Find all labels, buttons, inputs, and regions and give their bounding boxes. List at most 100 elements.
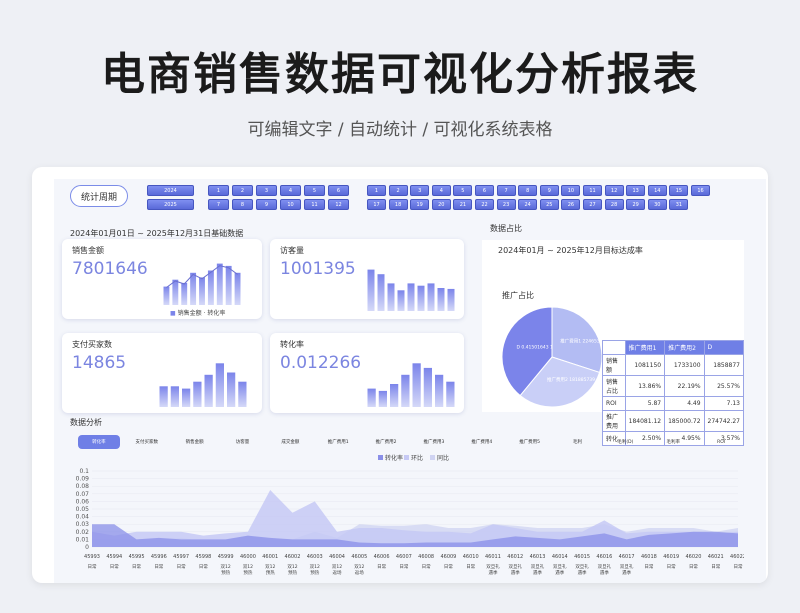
period-button[interactable]: 统计周期 (70, 185, 128, 207)
day-chip-12[interactable]: 12 (604, 185, 624, 196)
day-chip-7[interactable]: 7 (496, 185, 516, 196)
x-sub-label: 双旦礼 (531, 563, 545, 570)
x-sub-label: 预热 (310, 569, 319, 576)
day-chip-11[interactable]: 11 (583, 185, 602, 196)
day-chip-26[interactable]: 26 (561, 199, 581, 210)
tab-9[interactable]: 推广费用5 (509, 435, 551, 449)
day-chip-31[interactable]: 31 (669, 199, 689, 210)
day-chip-14[interactable]: 14 (647, 185, 667, 196)
tab-1[interactable]: 支付买家数 (126, 435, 168, 449)
year-chip-2025[interactable]: 2025 (147, 199, 194, 210)
tab-6[interactable]: 推广费用2 (365, 435, 407, 449)
tab-5[interactable]: 推广费用1 (317, 435, 359, 449)
legend-swatch (430, 455, 435, 460)
day-chip-9[interactable]: 9 (539, 185, 559, 196)
day-chip-18[interactable]: 18 (388, 199, 408, 210)
table-cell: 184081.12 (624, 410, 666, 432)
day-chip-23[interactable]: 23 (496, 199, 516, 210)
day-chip-2[interactable]: 2 (388, 185, 408, 196)
day-chip-13[interactable]: 13 (626, 185, 646, 196)
tab-13[interactable]: ROI (700, 435, 742, 449)
kpi-label: 访客量 (280, 246, 304, 255)
day-chip-17[interactable]: 17 (367, 199, 386, 210)
kpi-bar (193, 381, 202, 407)
month-chip-10[interactable]: 10 (280, 199, 301, 210)
day-chip-10[interactable]: 10 (561, 185, 581, 196)
day-chip-21[interactable]: 21 (453, 199, 473, 210)
month-chip-8[interactable]: 8 (232, 199, 253, 210)
x-sub-label: 遇季 (511, 569, 520, 576)
day-chip-29[interactable]: 29 (626, 199, 646, 210)
month-chip-9[interactable]: 9 (256, 199, 277, 210)
x-tick-label: 45999 (218, 554, 234, 560)
pie-title: 推广占比 (502, 291, 534, 300)
day-chip-19[interactable]: 19 (410, 199, 430, 210)
x-sub-label: 日常 (711, 563, 720, 570)
kpi-bar (390, 384, 399, 407)
tab-12[interactable]: 毛利率 (652, 435, 694, 449)
day-chip-16[interactable]: 16 (691, 185, 710, 196)
tab-10[interactable]: 毛利 (557, 435, 599, 449)
month-chip-7[interactable]: 7 (208, 199, 229, 210)
tab-4[interactable]: 成交金额 (269, 435, 311, 449)
day-chip-24[interactable]: 24 (518, 199, 538, 210)
day-chip-15[interactable]: 15 (669, 185, 689, 196)
tab-11[interactable]: 毛利(D) (604, 435, 646, 449)
tab-0[interactable]: 转化率 (78, 435, 120, 449)
day-chip-30[interactable]: 30 (647, 199, 667, 210)
kpi-label: 转化率 (280, 340, 304, 349)
tab-7[interactable]: 推广费用3 (413, 435, 455, 449)
month-chip-11[interactable]: 11 (304, 199, 325, 210)
x-sub-label: 日常 (88, 563, 97, 570)
kpi-bar (417, 285, 425, 311)
page-title: 电商销售数据可视化分析报表 (101, 49, 699, 100)
table-cell: 1733100 (664, 354, 705, 376)
day-chip-25[interactable]: 25 (539, 199, 559, 210)
day-chip-3[interactable]: 3 (410, 185, 430, 196)
month-chip-1[interactable]: 1 (208, 185, 229, 196)
month-chip-6[interactable]: 6 (328, 185, 349, 196)
x-sub-label: 预热 (221, 569, 230, 576)
day-chip-22[interactable]: 22 (475, 199, 494, 210)
day-chip-20[interactable]: 20 (431, 199, 451, 210)
month-chip-2[interactable]: 2 (232, 185, 253, 196)
kpi-bar (159, 386, 168, 407)
x-sub-label: 遇季 (578, 569, 587, 576)
day-chip-1[interactable]: 1 (367, 185, 386, 196)
month-chip-12[interactable]: 12 (328, 199, 349, 210)
day-chip-27[interactable]: 27 (583, 199, 602, 210)
x-sub-label: 日常 (399, 563, 408, 570)
x-tick-label: 46022 (730, 554, 744, 560)
tab-3[interactable]: 访客量 (222, 435, 264, 449)
kpi-bar (378, 390, 387, 407)
day-chip-8[interactable]: 8 (518, 185, 538, 196)
month-chip-3[interactable]: 3 (256, 185, 277, 196)
kpi-bar (447, 288, 455, 311)
day-chip-5[interactable]: 5 (453, 185, 473, 196)
x-sub-label: 预热 (288, 569, 297, 576)
tab-2[interactable]: 销售金额 (174, 435, 216, 449)
day-chip-4[interactable]: 4 (431, 185, 451, 196)
year-chip-2024[interactable]: 2024 (147, 185, 194, 196)
kpi-bar (401, 374, 410, 407)
table-cell: 销售额 (602, 354, 626, 376)
kpi-mini-chart (163, 263, 241, 305)
x-sub-label: 双12 (310, 564, 320, 570)
table-cell: 4.49 (664, 396, 705, 411)
table-cell: 25.57% (703, 375, 745, 397)
month-chip-5[interactable]: 5 (304, 185, 325, 196)
x-sub-label: 日常 (154, 563, 163, 570)
day-chip-28[interactable]: 28 (604, 199, 624, 210)
kpi-bar (377, 274, 385, 311)
tab-8[interactable]: 推广费用4 (461, 435, 503, 449)
x-sub-label: 日常 (466, 563, 475, 570)
month-chip-4[interactable]: 4 (280, 185, 301, 196)
x-sub-label: 日常 (377, 563, 386, 570)
x-sub-label: 返场 (355, 569, 364, 576)
table-cell: 7.13 (703, 396, 745, 411)
kpi-bar (397, 290, 405, 311)
table-cell: 1081150 (624, 354, 666, 376)
day-chip-6[interactable]: 6 (475, 185, 494, 196)
x-sub-label: 日常 (644, 563, 653, 570)
kpi-bar (172, 279, 179, 305)
